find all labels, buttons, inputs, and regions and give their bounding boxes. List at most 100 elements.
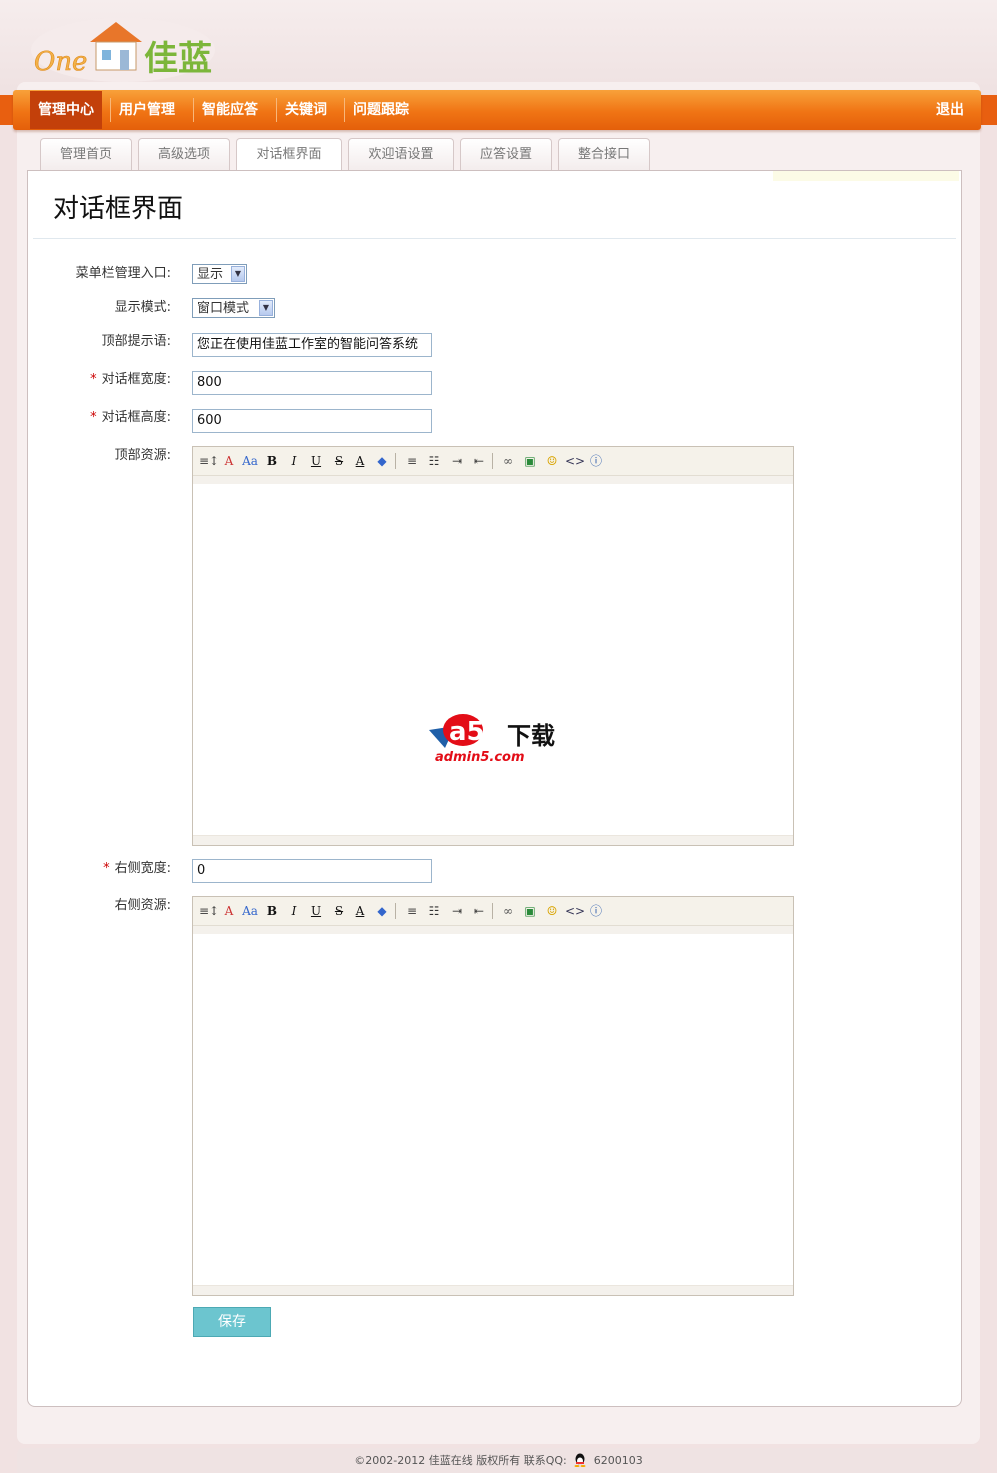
bold-icon[interactable]: B <box>263 903 281 919</box>
editor-status-strip <box>193 1285 793 1295</box>
outdent-icon[interactable]: ⇤ <box>470 453 488 469</box>
underline-icon[interactable]: U <box>307 903 325 919</box>
strikethrough-icon[interactable]: S <box>330 453 348 469</box>
editor-toolbar: ≡↕ A Aa B I U S A ◆ ≡ ☷ ⇥ ⇤ ∞ ▣ ☺ <> ⓘ <box>193 447 793 476</box>
page-title: 对话框界面 <box>53 194 184 224</box>
watermark-cn: 下载 <box>507 722 555 750</box>
indent-icon[interactable]: ⇥ <box>448 903 466 919</box>
title-divider <box>33 238 956 239</box>
chevron-down-icon: ▼ <box>259 300 273 316</box>
menu-entry-value: 显示 <box>197 267 224 282</box>
save-button[interactable]: 保存 <box>193 1307 271 1337</box>
source-icon[interactable]: <> <box>565 453 585 469</box>
footer: ©2002-2012 佳蓝在线 版权所有 联系QQ: 6200103 <box>0 1452 997 1468</box>
nav-left-cap <box>0 95 13 125</box>
logout-link[interactable]: 退出 <box>928 90 972 130</box>
italic-icon[interactable]: I <box>285 453 303 469</box>
display-mode-label: 显示模式: <box>114 300 171 315</box>
menu-entry-select[interactable]: 显示 ▼ <box>192 264 247 284</box>
font-size-icon[interactable]: ≡↕ <box>199 903 219 919</box>
about-icon[interactable]: ⓘ <box>587 903 605 919</box>
font-style-icon[interactable]: Aa <box>241 903 259 919</box>
watermark-url: admin5.com <box>435 750 525 765</box>
qq-penguin-icon <box>574 1453 586 1467</box>
footer-copyright: ©2002-2012 佳蓝在线 版权所有 联系QQ: <box>354 1454 567 1467</box>
link-icon[interactable]: ∞ <box>499 453 517 469</box>
font-size-icon[interactable]: ≡↕ <box>199 453 219 469</box>
nav-item-admin-center[interactable]: 管理中心 <box>30 91 102 129</box>
font-family-icon[interactable]: A <box>220 453 238 469</box>
align-icon[interactable]: ≡ <box>403 903 421 919</box>
tab-answer-settings[interactable]: 应答设置 <box>460 138 552 171</box>
source-icon[interactable]: <> <box>565 903 585 919</box>
list-icon[interactable]: ☷ <box>425 903 443 919</box>
underline-icon[interactable]: U <box>307 453 325 469</box>
align-icon[interactable]: ≡ <box>403 453 421 469</box>
toolbar-separator <box>492 453 493 469</box>
right-width-input[interactable]: 0 <box>192 859 432 883</box>
italic-icon[interactable]: I <box>285 903 303 919</box>
font-color-icon[interactable]: A <box>351 903 369 919</box>
tab-integration[interactable]: 整合接口 <box>558 138 650 171</box>
right-width-label: * 右侧宽度: <box>103 858 171 880</box>
footer-qq-number: 6200103 <box>593 1454 643 1467</box>
logo-text: One <box>34 47 87 77</box>
editor-top-strip <box>193 926 793 934</box>
menu-entry-label: 菜单栏管理入口: <box>75 266 171 281</box>
top-tip-input[interactable]: 您正在使用佳蓝工作室的智能问答系统 <box>192 333 432 357</box>
tab-admin-home[interactable]: 管理首页 <box>40 138 132 171</box>
bold-icon[interactable]: B <box>263 453 281 469</box>
dialog-height-label: * 对话框高度: <box>90 407 171 429</box>
nav-right-cap <box>981 95 997 125</box>
emoticon-icon[interactable]: ☺ <box>543 453 561 469</box>
image-icon[interactable]: ▣ <box>521 903 539 919</box>
watermark-logo: a5 下载 admin5.com <box>429 714 555 765</box>
strikethrough-icon[interactable]: S <box>330 903 348 919</box>
top-resource-label: 顶部资源: <box>114 448 171 463</box>
list-icon[interactable]: ☷ <box>425 453 443 469</box>
editor-toolbar: ≡↕ A Aa B I U S A ◆ ≡ ☷ ⇥ ⇤ ∞ ▣ ☺ <> ⓘ <box>193 897 793 926</box>
editor-status-strip <box>193 835 793 845</box>
required-marker: * <box>90 372 97 387</box>
notice-strip <box>773 171 959 181</box>
toolbar-separator <box>492 903 493 919</box>
display-mode-value: 窗口模式 <box>197 301 250 316</box>
dialog-height-input[interactable]: 600 <box>192 409 432 433</box>
logo[interactable]: One 佳蓝 <box>28 12 218 84</box>
nav-item-issue-tracking[interactable]: 问题跟踪 <box>345 90 417 130</box>
nav-item-smart-answer[interactable]: 智能应答 <box>194 90 266 130</box>
watermark-brand: a5 <box>449 717 485 747</box>
highlight-icon[interactable]: ◆ <box>373 453 391 469</box>
logo-cn: 佳蓝 <box>144 39 212 79</box>
top-tip-label: 顶部提示语: <box>101 334 171 349</box>
emoticon-icon[interactable]: ☺ <box>543 903 561 919</box>
right-width-label-text: 右侧宽度: <box>114 861 171 876</box>
outdent-icon[interactable]: ⇤ <box>470 903 488 919</box>
dialog-width-label-text: 对话框宽度: <box>101 372 171 387</box>
toolbar-separator <box>395 453 396 469</box>
right-resource-editor[interactable]: ≡↕ A Aa B I U S A ◆ ≡ ☷ ⇥ ⇤ ∞ ▣ ☺ <> ⓘ <box>192 896 794 1296</box>
font-family-icon[interactable]: A <box>220 903 238 919</box>
nav-item-user-management[interactable]: 用户管理 <box>111 90 183 130</box>
required-marker: * <box>90 410 97 425</box>
tab-dialog-interface[interactable]: 对话框界面 <box>236 138 342 172</box>
nav-item-keywords[interactable]: 关键词 <box>277 90 335 130</box>
dialog-width-input[interactable]: 800 <box>192 371 432 395</box>
chevron-down-icon: ▼ <box>231 266 245 282</box>
font-color-icon[interactable]: A <box>351 453 369 469</box>
main-nav: 管理中心 用户管理 智能应答 关键词 问题跟踪 退出 <box>13 90 981 130</box>
required-marker: * <box>103 861 110 876</box>
about-icon[interactable]: ⓘ <box>587 453 605 469</box>
display-mode-select[interactable]: 窗口模式 ▼ <box>192 298 275 318</box>
dialog-height-label-text: 对话框高度: <box>101 410 171 425</box>
editor-top-strip <box>193 476 793 484</box>
link-icon[interactable]: ∞ <box>499 903 517 919</box>
top-resource-editor[interactable]: ≡↕ A Aa B I U S A ◆ ≡ ☷ ⇥ ⇤ ∞ ▣ ☺ <> ⓘ <box>192 446 794 846</box>
tab-welcome-settings[interactable]: 欢迎语设置 <box>348 138 454 171</box>
image-icon[interactable]: ▣ <box>521 453 539 469</box>
tab-advanced-options[interactable]: 高级选项 <box>138 138 230 171</box>
indent-icon[interactable]: ⇥ <box>448 453 466 469</box>
highlight-icon[interactable]: ◆ <box>373 903 391 919</box>
font-style-icon[interactable]: Aa <box>241 453 259 469</box>
toolbar-separator <box>395 903 396 919</box>
